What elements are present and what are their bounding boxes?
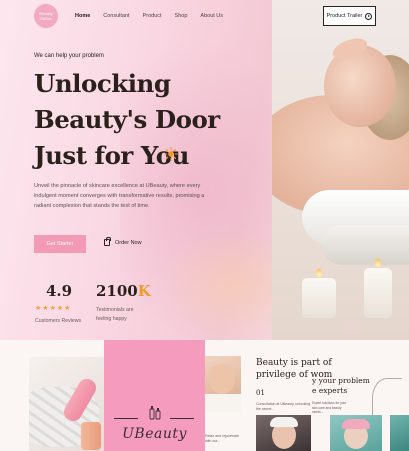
spa-photo-tile [256, 415, 311, 451]
product-trailer-label: Product Trailer [326, 13, 363, 19]
tile-head-wrap [342, 419, 370, 429]
testimonial-label: Testimonials are feeling happy [96, 307, 134, 322]
headline-line-1: Unlocking [34, 69, 171, 98]
star-icon: ★ [49, 305, 57, 312]
hero-description: Unveil the pinnacle of skincare excellen… [34, 183, 205, 209]
decorative-curve [372, 378, 402, 418]
photo-flower [342, 320, 360, 332]
experts-title: y your problem e experts [312, 376, 370, 396]
product-trailer-button[interactable]: Product Trailer [323, 6, 376, 26]
logo-text: Beauty Salon [38, 11, 54, 21]
step-number: 01 [256, 389, 265, 397]
photo-candle [302, 278, 336, 318]
brand-tile: UBeauty [104, 340, 205, 451]
sun-icon [164, 147, 178, 161]
rating-value: 4.9 [46, 282, 73, 300]
headline-line-3: Just for You [34, 141, 189, 170]
bag-icon [104, 237, 111, 246]
bottles-icon [149, 406, 161, 420]
brand-logo[interactable]: Beauty Salon [34, 4, 58, 28]
hero-eyebrow: We can help your problem [34, 53, 104, 59]
brand-name: UBeauty [122, 426, 187, 442]
brand-divider [114, 418, 138, 419]
spa-photo-tile [390, 415, 409, 451]
brand-divider [170, 418, 194, 419]
play-icon [365, 12, 373, 20]
product-photo-tile [29, 357, 104, 451]
experts-title-line-2: e experts [312, 386, 348, 395]
facial-caption: Relax and rejuvenate with our... [205, 434, 239, 443]
tile-jar [81, 422, 101, 450]
star-icon: ★ [42, 305, 50, 312]
order-now-label: Order Now [115, 239, 142, 246]
privilege-title-line-1: Beauty is part of [256, 358, 332, 368]
photo-flame [375, 258, 381, 268]
nav-item-shop[interactable]: Shop [175, 13, 188, 19]
rating-stars: ★★★★★ [35, 304, 71, 312]
rating-label: Customers Reviews [35, 318, 82, 324]
photo-towel-roll [322, 225, 409, 265]
experts-title-line-1: y your problem [312, 376, 370, 385]
testimonial-count-value: 2100 [96, 282, 138, 300]
step-description: Consultation at UBeauty, unlocking the s… [256, 402, 311, 411]
testimonial-count: 2100K [96, 282, 151, 300]
order-now-link[interactable]: Order Now [104, 237, 142, 246]
get-starter-button[interactable]: Get Starter [34, 235, 86, 253]
experts-description: Expert solutions for your skin care and … [312, 401, 347, 414]
main-nav: Home Consultant Product Shop About Us [75, 13, 223, 19]
tile-face-towel [205, 394, 241, 412]
photo-flame [316, 268, 322, 278]
facial-photo-tile [205, 356, 241, 412]
testimonial-count-suffix: K [137, 282, 151, 300]
star-icon: ★ [64, 305, 72, 312]
hero-section: Beauty Salon Home Consultant Product Sho… [0, 0, 409, 340]
headline-line-2: Beauty's Door [34, 105, 220, 134]
nav-item-about-us[interactable]: About Us [200, 13, 223, 19]
photo-candle [364, 268, 392, 318]
tile-head-wrap [270, 417, 298, 427]
nav-item-home[interactable]: Home [75, 13, 90, 19]
nav-item-consultant[interactable]: Consultant [103, 13, 129, 19]
spa-photo-tile [330, 415, 382, 451]
hero-headline: Unlocking Beauty's Door Just for You [34, 66, 220, 174]
tile-face-shape [209, 364, 235, 394]
lower-section: UBeauty Relax and rejuvenate with our...… [0, 340, 409, 451]
hero-spa-photo [272, 0, 409, 340]
nav-item-product[interactable]: Product [143, 13, 162, 19]
